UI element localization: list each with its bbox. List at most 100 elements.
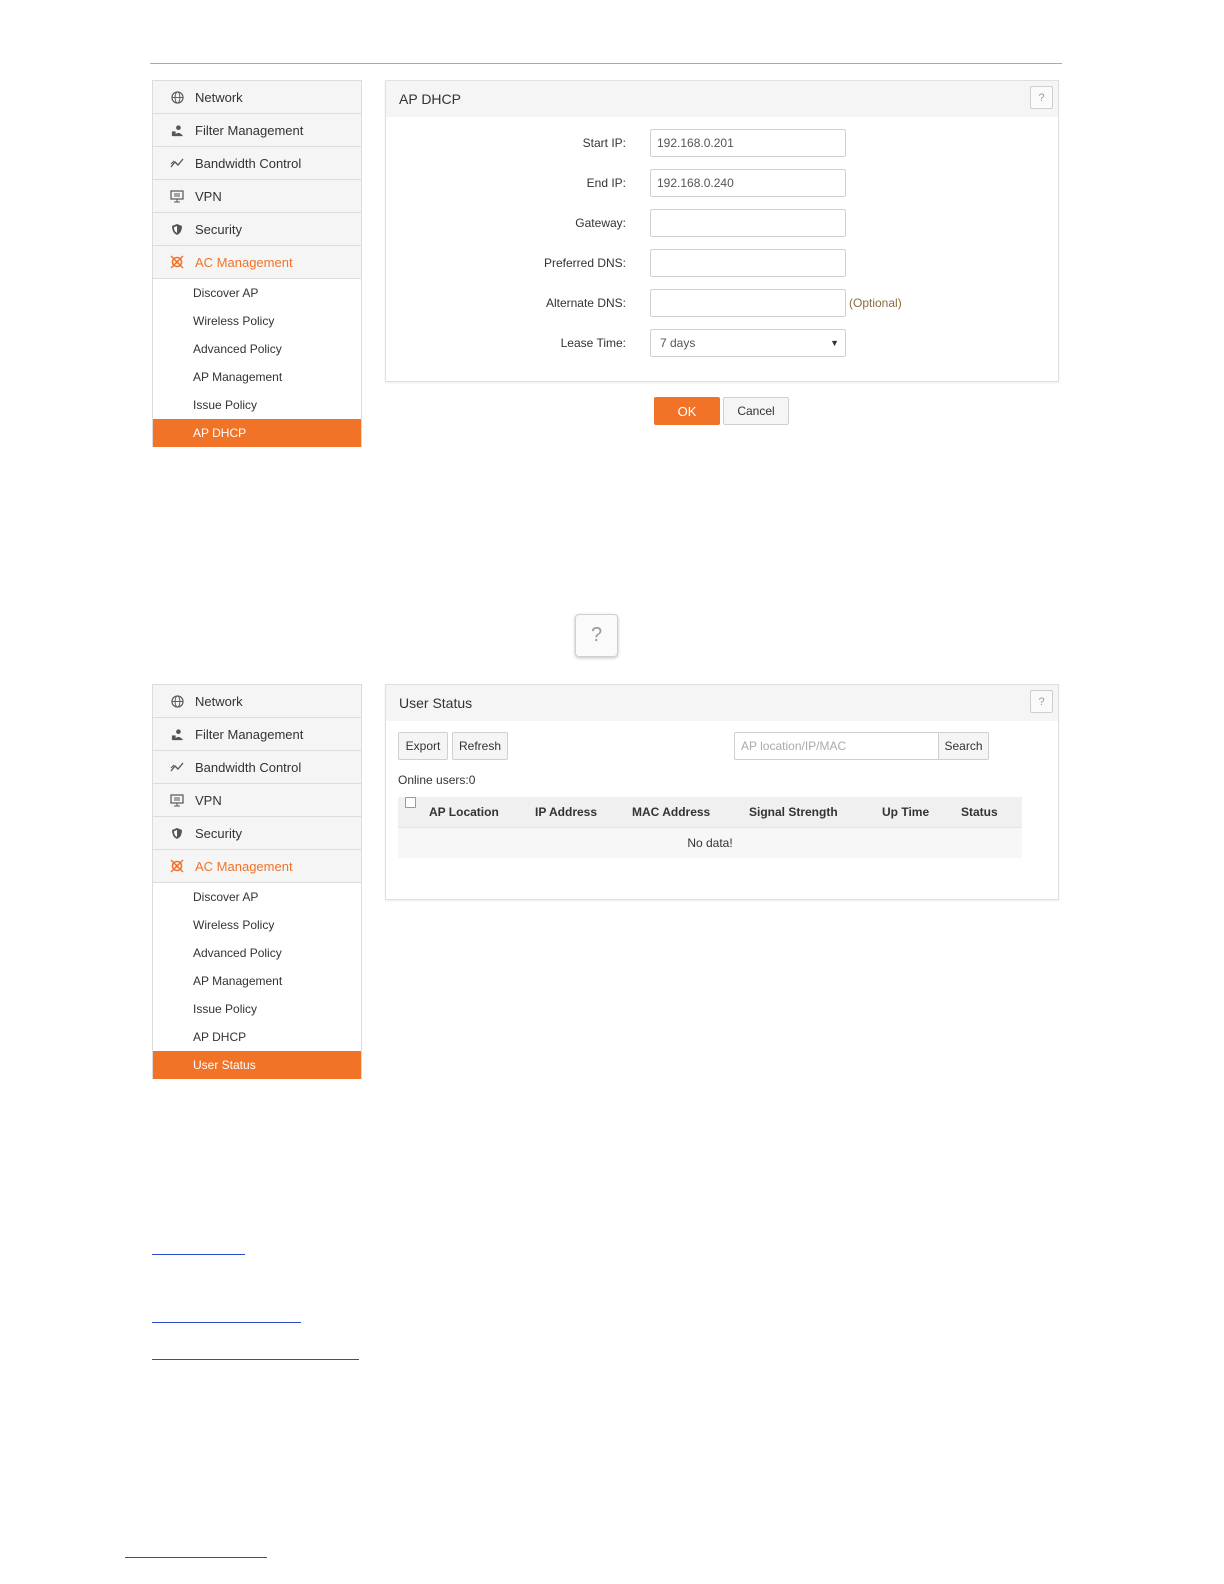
sidebar-sub-discover-ap[interactable]: Discover AP — [153, 279, 361, 307]
alternate-dns-row: Alternate DNS: (Optional) — [386, 289, 1058, 317]
sidebar-item-security[interactable]: Security — [153, 817, 361, 850]
link-underline[interactable] — [152, 1359, 359, 1360]
sidebar-item-label: Filter Management — [195, 122, 304, 138]
sidebar-item-label: VPN — [195, 188, 222, 204]
monitor-icon — [169, 792, 185, 808]
preferred-dns-label: Preferred DNS: — [543, 256, 626, 270]
end-ip-row: End IP: 192.168.0.240 — [386, 169, 1058, 197]
sidebar-sub-wireless-policy[interactable]: Wireless Policy — [153, 911, 361, 939]
top-divider — [150, 63, 1062, 64]
column-header: IP Address — [535, 805, 598, 819]
gateway-row: Gateway: — [386, 209, 1058, 237]
chevron-down-icon: ▼ — [830, 338, 839, 348]
sidebar-item-label: Network — [195, 693, 243, 709]
link-underline[interactable] — [152, 1254, 245, 1255]
filter-users-icon — [169, 726, 185, 742]
globe-icon — [169, 693, 185, 709]
empty-table-message: No data! — [398, 827, 1022, 858]
sidebar-sub-issue-policy[interactable]: Issue Policy — [153, 391, 361, 419]
sidebar-sub-ap-management[interactable]: AP Management — [153, 363, 361, 391]
sidebar-item-label: VPN — [195, 792, 222, 808]
column-header: Up Time — [882, 805, 930, 819]
lease-time-value: 7 days — [660, 336, 696, 350]
sidebar-sub-ap-management[interactable]: AP Management — [153, 967, 361, 995]
sidebar-item-label: Security — [195, 825, 242, 841]
sidebar-item-label: Bandwidth Control — [195, 759, 302, 775]
panel-header: User Status ? — [386, 685, 1058, 721]
preferred-dns-row: Preferred DNS: — [386, 249, 1058, 277]
sidebar-item-network[interactable]: Network — [153, 685, 361, 718]
alternate-dns-label: Alternate DNS: — [545, 296, 626, 310]
sidebar-sub-ap-dhcp[interactable]: AP DHCP — [153, 419, 361, 447]
globe-icon — [169, 89, 185, 105]
start-ip-row: Start IP: 192.168.0.201 — [386, 129, 1058, 157]
sidebar-sub-advanced-policy[interactable]: Advanced Policy — [153, 939, 361, 967]
gateway-input[interactable] — [650, 209, 846, 237]
sidebar-item-vpn[interactable]: VPN — [153, 180, 361, 213]
sidebar-sub-user-status[interactable]: User Status — [153, 1051, 361, 1079]
column-header: AP Location — [429, 805, 499, 819]
help-button[interactable]: ? — [1030, 86, 1053, 109]
sidebar-item-label: Network — [195, 89, 243, 105]
select-all-checkbox[interactable] — [405, 797, 416, 808]
sidebar-item-label: Security — [195, 221, 242, 237]
column-header: Status — [961, 805, 998, 819]
column-header: Signal Strength — [749, 805, 838, 819]
sidebar-item-bandwidth-control[interactable]: Bandwidth Control — [153, 147, 361, 180]
sidebar-top: Network Filter Management Bandwidth Cont… — [152, 80, 362, 447]
lease-time-label: Lease Time: — [560, 336, 626, 350]
ap-dhcp-panel: AP DHCP ? Start IP: 192.168.0.201 End IP… — [385, 80, 1059, 382]
sidebar-item-ac-management[interactable]: AC Management — [153, 246, 361, 279]
optional-hint: (Optional) — [849, 296, 902, 310]
sidebar-item-network[interactable]: Network — [153, 81, 361, 114]
sidebar-sub-ap-dhcp[interactable]: AP DHCP — [153, 1023, 361, 1051]
sidebar-sub-advanced-policy[interactable]: Advanced Policy — [153, 335, 361, 363]
sidebar-item-label: Filter Management — [195, 726, 304, 742]
sidebar-sub-discover-ap[interactable]: Discover AP — [153, 883, 361, 911]
sidebar-item-filter-management[interactable]: Filter Management — [153, 114, 361, 147]
preferred-dns-input[interactable] — [650, 249, 846, 277]
panel-header: AP DHCP ? — [386, 81, 1058, 117]
panel-title: User Status — [399, 695, 473, 711]
sidebar-sub-wireless-policy[interactable]: Wireless Policy — [153, 307, 361, 335]
end-ip-input[interactable]: 192.168.0.240 — [650, 169, 846, 197]
sidebar-item-label: AC Management — [195, 254, 293, 270]
user-status-panel: User Status ? Export Refresh AP location… — [385, 684, 1059, 900]
start-ip-label: Start IP: — [582, 136, 626, 150]
panel-title: AP DHCP — [399, 91, 461, 107]
sidebar-item-ac-management[interactable]: AC Management — [153, 850, 361, 883]
ac-gear-icon — [169, 858, 185, 874]
search-button[interactable]: Search — [938, 732, 989, 760]
help-icon: ? — [575, 614, 618, 657]
alternate-dns-input[interactable] — [650, 289, 846, 317]
shield-icon — [169, 825, 185, 841]
search-input[interactable]: AP location/IP/MAC — [734, 732, 940, 760]
export-button[interactable]: Export — [398, 732, 448, 760]
filter-users-icon — [169, 122, 185, 138]
sidebar-sub-issue-policy[interactable]: Issue Policy — [153, 995, 361, 1023]
ok-button[interactable]: OK — [654, 397, 720, 425]
sidebar-item-bandwidth-control[interactable]: Bandwidth Control — [153, 751, 361, 784]
monitor-icon — [169, 188, 185, 204]
online-users-count: Online users:0 — [398, 773, 476, 787]
cancel-button[interactable]: Cancel — [723, 397, 789, 425]
lease-time-row: Lease Time: 7 days ▼ — [386, 329, 1058, 357]
sidebar-bottom: Network Filter Management Bandwidth Cont… — [152, 684, 362, 1079]
start-ip-input[interactable]: 192.168.0.201 — [650, 129, 846, 157]
chart-line-icon — [169, 155, 185, 171]
refresh-button[interactable]: Refresh — [452, 732, 508, 760]
ac-gear-icon — [169, 254, 185, 270]
column-header: MAC Address — [632, 805, 711, 819]
link-underline[interactable] — [152, 1322, 301, 1323]
user-table: AP Location IP Address MAC Address Signa… — [398, 797, 1022, 858]
sidebar-item-security[interactable]: Security — [153, 213, 361, 246]
sidebar-item-filter-management[interactable]: Filter Management — [153, 718, 361, 751]
chart-line-icon — [169, 759, 185, 775]
sidebar-item-vpn[interactable]: VPN — [153, 784, 361, 817]
table-header: AP Location IP Address MAC Address Signa… — [398, 797, 1022, 827]
lease-time-select[interactable]: 7 days ▼ — [650, 329, 846, 357]
help-button[interactable]: ? — [1030, 690, 1053, 713]
sidebar-item-label: AC Management — [195, 858, 293, 874]
link-underline[interactable] — [125, 1557, 267, 1558]
end-ip-label: End IP: — [586, 176, 626, 190]
